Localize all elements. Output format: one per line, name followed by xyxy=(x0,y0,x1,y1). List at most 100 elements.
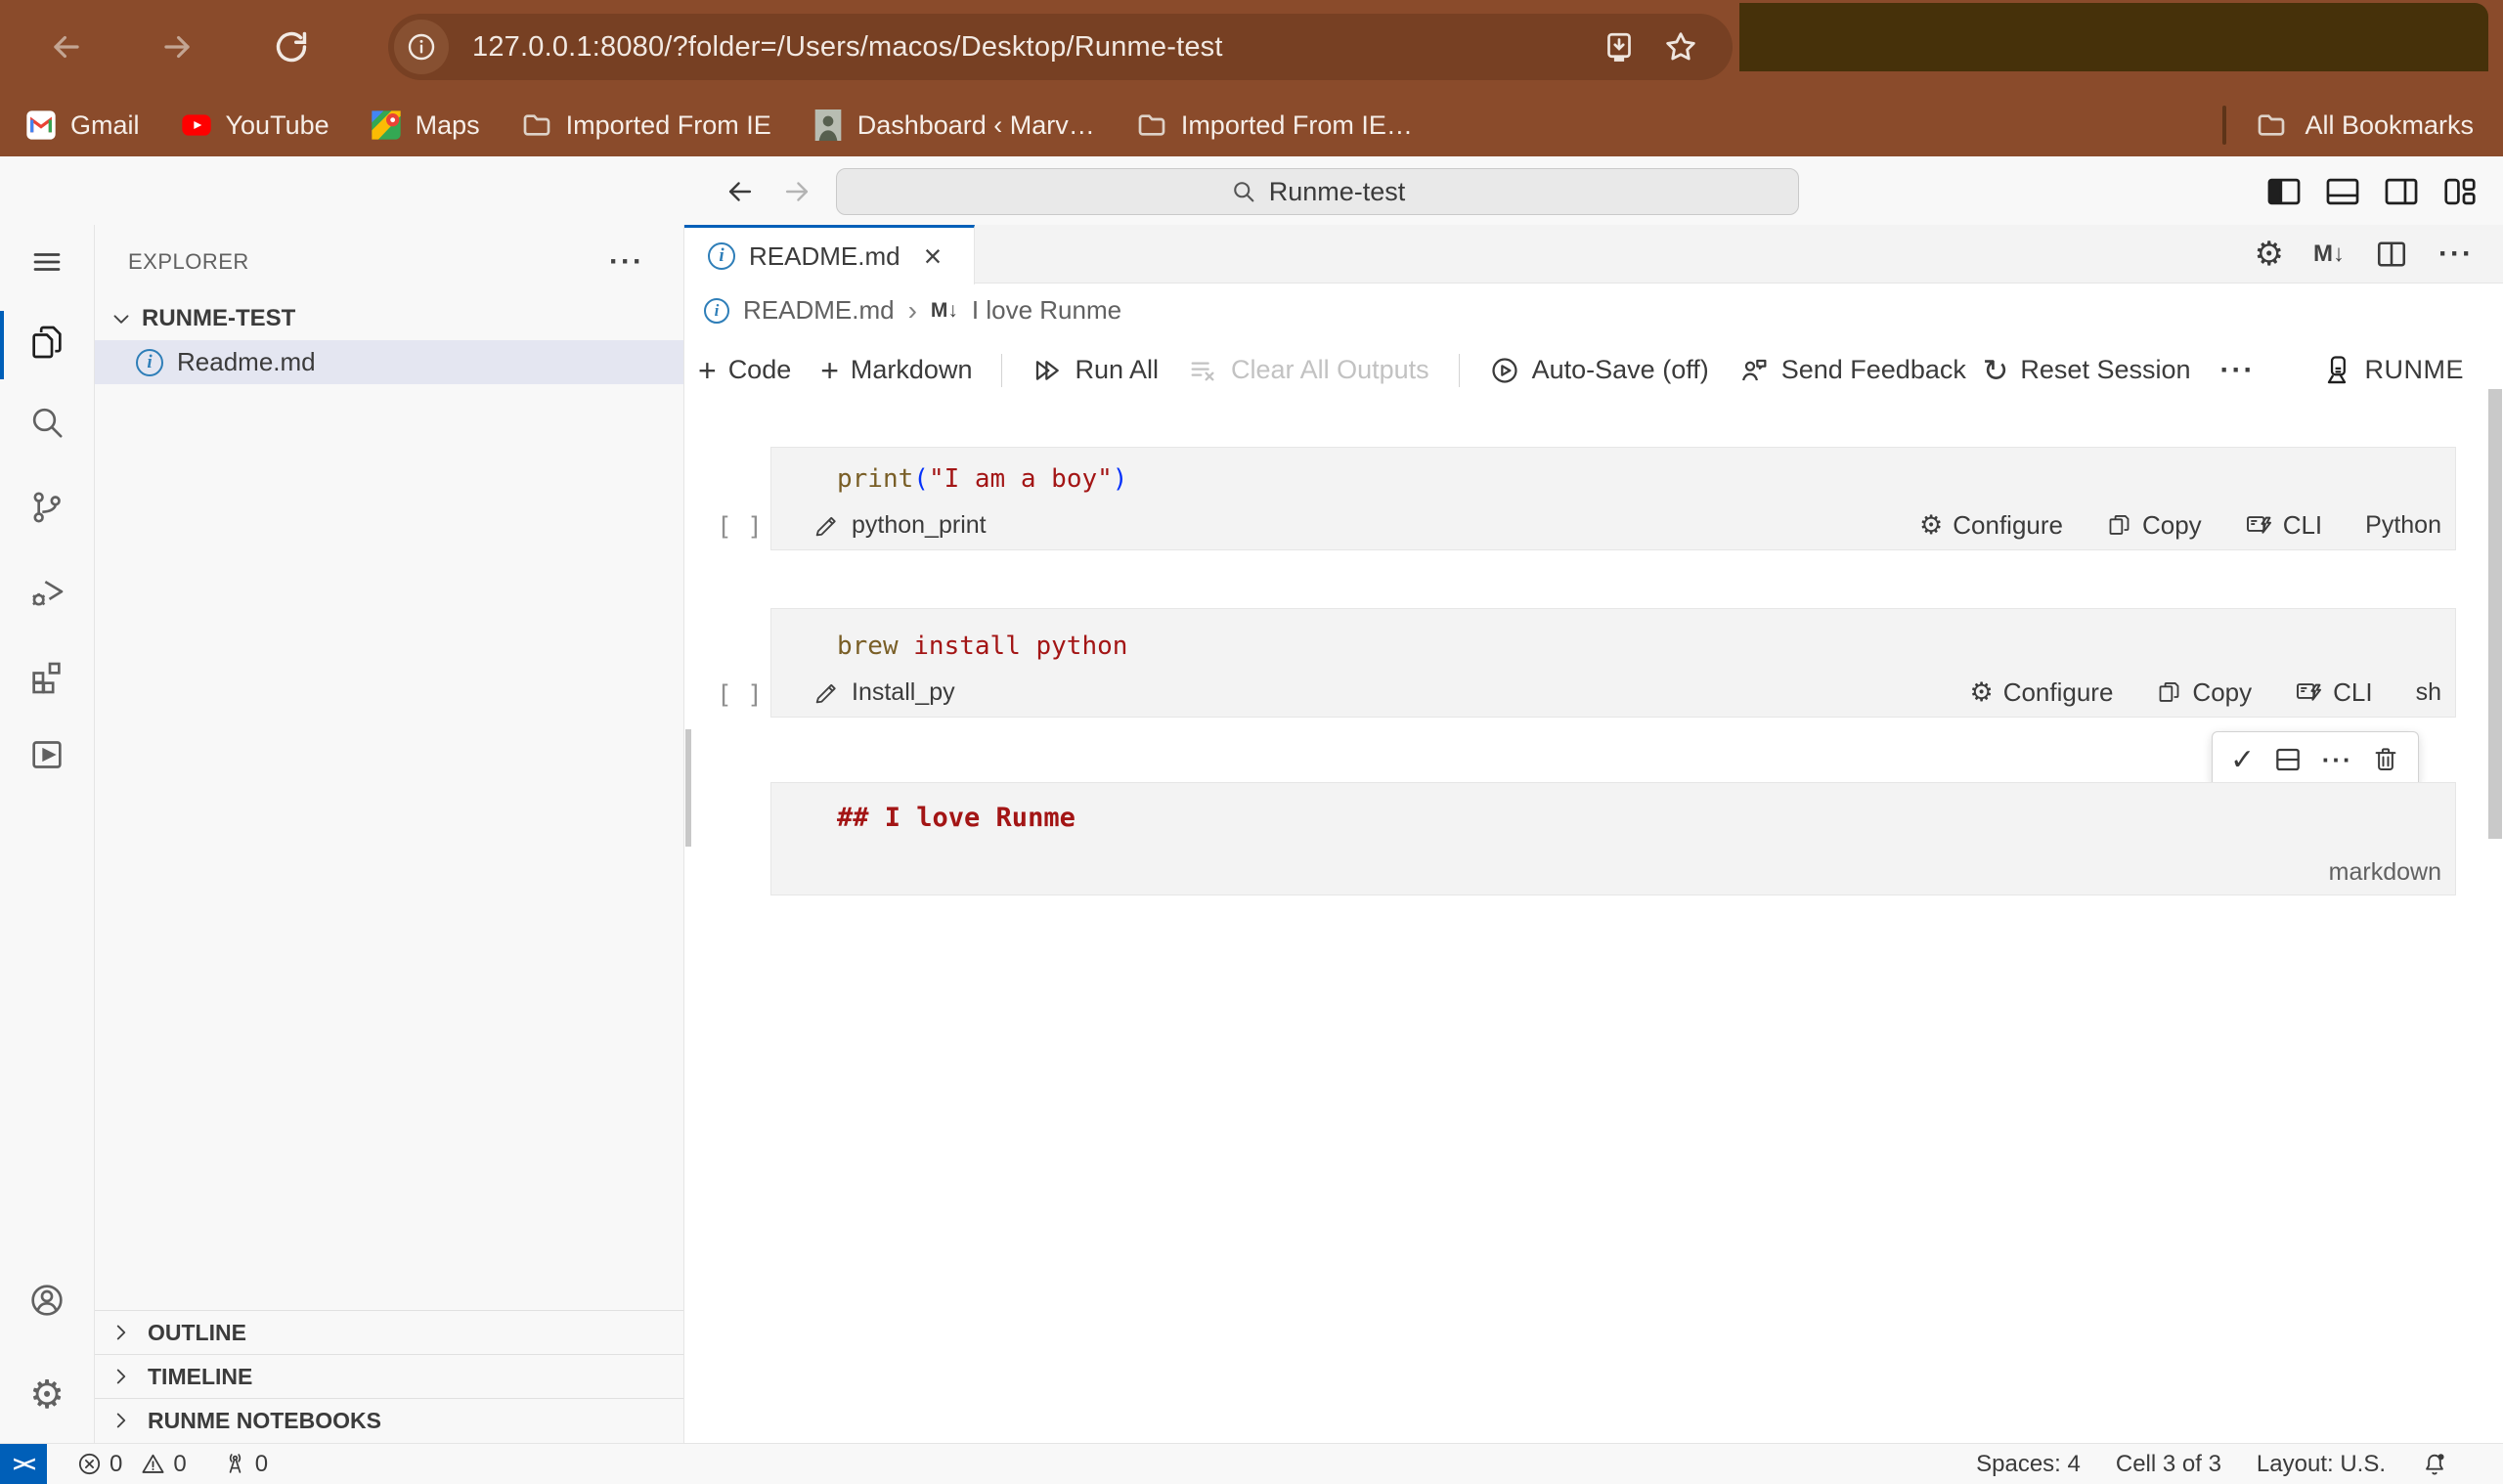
browser-back-button[interactable] xyxy=(41,22,92,72)
add-markdown-cell-button[interactable]: + Markdown xyxy=(820,355,972,386)
copy-button[interactable]: Copy xyxy=(2156,677,2252,708)
history-forward-button[interactable] xyxy=(776,171,817,212)
configure-button[interactable]: ⚙ Configure xyxy=(1969,677,2113,708)
breadcrumbs[interactable]: i README.md › M↓ I love Runme xyxy=(684,284,2503,337)
keyboard-layout-indicator[interactable]: Layout: U.S. xyxy=(2257,1451,2386,1478)
bookmarks-separator xyxy=(2222,106,2227,145)
chevron-right-icon xyxy=(109,1364,134,1389)
cell-language-label[interactable]: sh xyxy=(2416,678,2441,707)
tree-item-readme[interactable]: i Readme.md xyxy=(95,340,683,384)
tree-item-label: Readme.md xyxy=(177,347,316,376)
site-info-chip[interactable] xyxy=(394,20,449,74)
auto-save-button[interactable]: Auto-Save (off) xyxy=(1489,355,1709,386)
sidebar-item-runme-notebooks[interactable] xyxy=(0,733,94,776)
notifications-button[interactable] xyxy=(2421,1451,2448,1478)
open-markdown-preview-button[interactable]: M↓ xyxy=(2313,240,2345,268)
bookmark-label: Dashboard ‹ Marv… xyxy=(856,109,1095,140)
problems-button[interactable]: 0 xyxy=(76,1451,122,1478)
sidebar-item-extensions[interactable] xyxy=(0,654,94,697)
bookmark-imported-from-ie-2[interactable]: Imported From IE… xyxy=(1136,109,1413,141)
customize-layout-button[interactable] xyxy=(2438,170,2481,213)
gmail-icon xyxy=(26,110,56,140)
cli-button[interactable]: CLI xyxy=(2295,677,2373,708)
bookmark-gmail[interactable]: Gmail xyxy=(25,109,140,141)
browser-reload-button[interactable] xyxy=(266,22,317,72)
all-bookmarks-button[interactable]: All Bookmarks xyxy=(2222,106,2474,145)
split-editor-button[interactable] xyxy=(2374,237,2409,272)
delete-cell-trash-button[interactable] xyxy=(2371,745,2400,774)
cell-more-actions-button[interactable]: ··· xyxy=(2322,745,2353,775)
settings-button[interactable]: ⚙ xyxy=(0,1374,94,1417)
url-bar[interactable]: 127.0.0.1:8080/?folder=/Users/macos/Desk… xyxy=(388,14,1733,80)
toggle-primary-sidebar-button[interactable] xyxy=(2262,170,2305,213)
copy-button[interactable]: Copy xyxy=(2106,510,2202,541)
sidebar-item-search[interactable] xyxy=(0,401,94,444)
sidebar-item-source-control[interactable] xyxy=(0,486,94,529)
tab-title: README.md xyxy=(749,240,900,271)
history-back-button[interactable] xyxy=(720,171,761,212)
notebook-settings-button[interactable]: ⚙ xyxy=(2255,235,2284,274)
add-code-cell-button[interactable]: + Code xyxy=(698,355,791,386)
account-button[interactable] xyxy=(0,1279,94,1322)
sidebar-item-run-debug[interactable] xyxy=(0,571,94,614)
tree-root-runme-test[interactable]: RUNME-TEST xyxy=(95,296,683,340)
browser-forward-button[interactable] xyxy=(152,22,202,72)
ports-button[interactable]: 0 xyxy=(222,1451,268,1478)
install-app-icon[interactable] xyxy=(1602,29,1637,65)
code-cell-python-print[interactable]: print("I am a boy") python_print ⚙ Confi… xyxy=(770,447,2456,550)
application-menu-button[interactable] xyxy=(0,240,94,284)
code-cell-install-py[interactable]: brew install python Install_py ⚙ Configu… xyxy=(770,608,2456,718)
url-text[interactable]: 127.0.0.1:8080/?folder=/Users/macos/Desk… xyxy=(472,31,1602,64)
cell-name[interactable]: python_print xyxy=(852,511,987,540)
search-icon xyxy=(1233,182,1254,202)
toggle-panel-button[interactable] xyxy=(2321,170,2364,213)
split-cell-button[interactable] xyxy=(2272,744,2304,775)
tab-readme[interactable]: i README.md × xyxy=(684,225,975,284)
sidebar-section-timeline[interactable]: TIMELINE xyxy=(95,1354,683,1398)
warnings-button[interactable]: 0 xyxy=(140,1451,187,1478)
markdown-source[interactable]: ## I love Runme xyxy=(771,783,2455,833)
run-all-button[interactable]: Run All xyxy=(1032,355,1159,386)
indent-indicator[interactable]: Spaces: 4 xyxy=(1976,1451,2081,1478)
markdown-cell-hover-toolbar: ✓ ··· xyxy=(2212,731,2419,788)
edit-cell-name-icon[interactable] xyxy=(812,512,840,540)
breadcrumb-heading[interactable]: I love Runme xyxy=(972,295,1121,326)
editor-scrollbar[interactable] xyxy=(2488,389,2502,839)
bookmark-imported-from-ie[interactable]: Imported From IE xyxy=(521,109,771,141)
code-editor[interactable]: print("I am a boy") xyxy=(771,448,2455,494)
breadcrumb-file[interactable]: README.md xyxy=(743,295,895,326)
command-center-search[interactable]: Runme-test xyxy=(836,168,1799,215)
site-info-icon xyxy=(408,33,435,61)
sidebar-section-outline[interactable]: OUTLINE xyxy=(95,1310,683,1354)
editor-more-actions-button[interactable]: ··· xyxy=(2438,238,2474,271)
cell-language-label[interactable]: Python xyxy=(2365,511,2441,540)
send-feedback-button[interactable]: Send Feedback xyxy=(1738,355,1966,386)
remote-indicator[interactable]: >< xyxy=(0,1444,47,1484)
sidebar-section-runme-notebooks[interactable]: RUNME NOTEBOOKS xyxy=(95,1398,683,1442)
tab-close-button[interactable]: × xyxy=(924,240,943,272)
cell-language-label[interactable]: markdown xyxy=(2329,858,2441,887)
sidebar-item-explorer[interactable] xyxy=(0,321,94,364)
radio-tower-icon xyxy=(229,1454,242,1473)
markdown-cell[interactable]: ## I love Runme markdown xyxy=(770,782,2456,895)
clear-all-outputs-button[interactable]: Clear All Outputs xyxy=(1188,355,1429,386)
breadcrumb-separator-icon: › xyxy=(907,294,917,326)
notebook-more-actions-button[interactable]: ··· xyxy=(2220,354,2256,387)
confirm-check-button[interactable]: ✓ xyxy=(2230,743,2255,777)
cell-name[interactable]: Install_py xyxy=(852,678,955,707)
edit-cell-name-icon[interactable] xyxy=(812,679,840,707)
reset-session-button[interactable]: ↻ Reset Session xyxy=(1983,355,2191,386)
cell-position-indicator[interactable]: Cell 3 of 3 xyxy=(2116,1451,2221,1478)
bookmark-youtube[interactable]: YouTube xyxy=(181,109,329,141)
bookmark-dashboard[interactable]: Dashboard ‹ Marv… xyxy=(812,109,1095,141)
cli-button[interactable]: CLI xyxy=(2245,510,2322,541)
configure-button[interactable]: ⚙ Configure xyxy=(1919,510,2063,541)
bookmark-star-icon[interactable] xyxy=(1662,28,1699,65)
search-icon xyxy=(32,408,63,438)
auto-save-icon xyxy=(1492,357,1517,383)
bookmark-maps[interactable]: Maps xyxy=(371,109,480,141)
section-label: RUNME NOTEBOOKS xyxy=(148,1407,381,1433)
toggle-secondary-sidebar-button[interactable] xyxy=(2380,170,2423,213)
code-editor[interactable]: brew install python xyxy=(771,609,2455,661)
sidebar-more-actions-button[interactable]: ··· xyxy=(609,245,644,279)
